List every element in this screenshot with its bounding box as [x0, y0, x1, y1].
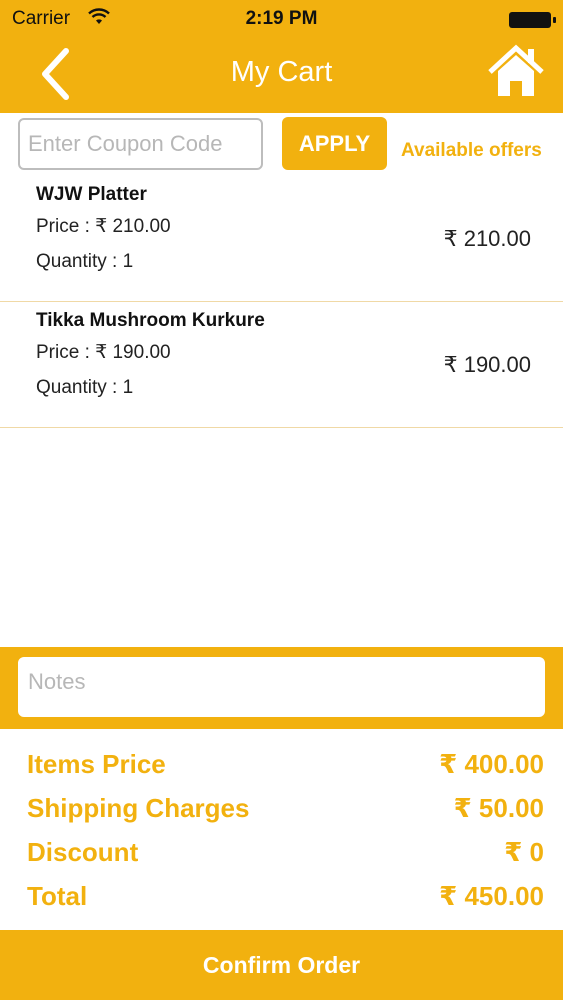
total-label: Total [27, 881, 88, 911]
item-name: WJW Platter [36, 184, 147, 205]
summary-row-items-price: Items Price ₹ 400.00 [0, 745, 563, 789]
clock-label: 2:19 PM [245, 8, 318, 29]
cart-item: Tikka Mushroom Kurkure Price : ₹ 190.00 … [0, 302, 563, 428]
home-icon [488, 44, 544, 96]
items-price-value: ₹ 400.00 [439, 749, 544, 779]
confirm-order-button[interactable]: Confirm Order [0, 930, 563, 1000]
discount-label: Discount [27, 837, 139, 867]
item-unit-price: Price : ₹ 190.00 [36, 342, 171, 363]
cart-item: WJW Platter Price : ₹ 210.00 Quantity : … [0, 176, 563, 302]
apply-coupon-button[interactable]: APPLY [282, 117, 387, 170]
home-button[interactable] [487, 44, 545, 102]
page-title: My Cart [230, 56, 333, 88]
shipping-charges-label: Shipping Charges [27, 793, 250, 823]
shipping-charges-value: ₹ 50.00 [453, 793, 544, 823]
items-price-label: Items Price [27, 749, 166, 779]
nav-bar: My Cart [0, 40, 563, 110]
total-value: ₹ 450.00 [439, 881, 544, 911]
status-bar: Carrier 2:19 PM [0, 6, 563, 32]
item-unit-price: Price : ₹ 210.00 [36, 216, 171, 237]
available-offers-link[interactable]: Available offers [401, 140, 542, 162]
battery-icon [509, 12, 556, 28]
header-bar: Carrier 2:19 PM My Cart [0, 0, 563, 113]
summary-row-shipping: Shipping Charges ₹ 50.00 [0, 789, 563, 833]
item-quantity: Quantity : 1 [36, 251, 134, 272]
summary-row-discount: Discount ₹ 0 [0, 833, 563, 877]
item-quantity: Quantity : 1 [36, 377, 134, 398]
cart-list: WJW Platter Price : ₹ 210.00 Quantity : … [0, 176, 563, 428]
coupon-code-input[interactable] [18, 118, 263, 170]
item-line-total: ₹ 190.00 [443, 352, 531, 377]
item-name: Tikka Mushroom Kurkure [36, 310, 265, 331]
notes-bar [0, 647, 563, 729]
discount-value: ₹ 0 [504, 837, 544, 867]
coupon-row: APPLY Available offers [0, 116, 563, 172]
notes-input[interactable] [18, 657, 545, 717]
order-summary: Items Price ₹ 400.00 Shipping Charges ₹ … [0, 745, 563, 921]
item-line-total: ₹ 210.00 [443, 226, 531, 251]
summary-row-total: Total ₹ 450.00 [0, 877, 563, 921]
